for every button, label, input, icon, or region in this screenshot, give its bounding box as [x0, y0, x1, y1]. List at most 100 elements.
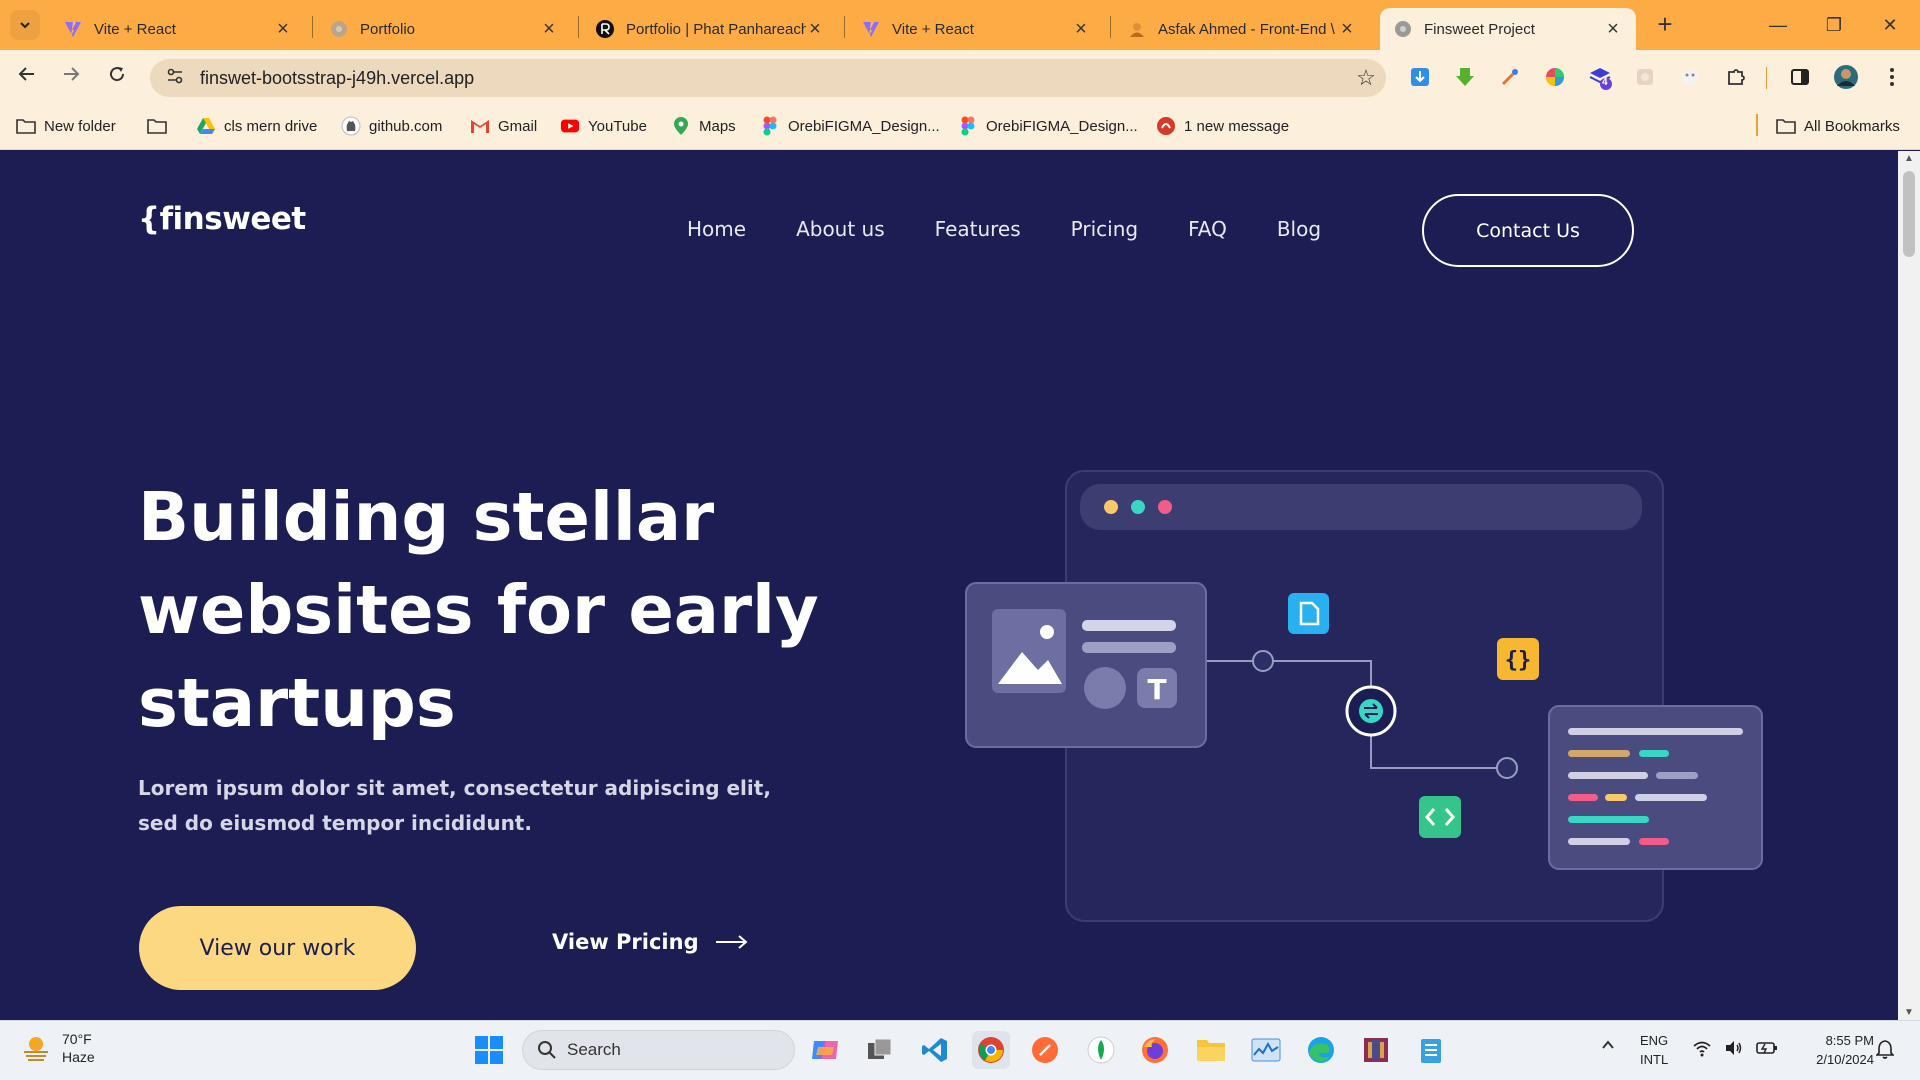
- bookmark-new-folder[interactable]: New folder: [16, 116, 116, 136]
- color-wheel-extension-icon[interactable]: [1541, 63, 1569, 91]
- download-extension-icon[interactable]: [1406, 63, 1434, 91]
- haze-weather-icon: [24, 1037, 48, 1061]
- nav-home[interactable]: Home: [687, 217, 746, 241]
- bookmark-label: All Bookmarks: [1804, 117, 1900, 135]
- bookmark-orebi-figma-2[interactable]: OrebiFIGMA_Design...: [958, 116, 1138, 136]
- tab-portfolio-phat[interactable]: Portfolio | Phat Panhareach ×: [582, 8, 838, 50]
- youtube-icon: [560, 116, 580, 136]
- arrow-left-icon: [18, 67, 34, 81]
- hero-title-line: websites for early: [138, 571, 819, 649]
- new-tab-button[interactable]: +: [1650, 10, 1680, 40]
- close-icon[interactable]: ×: [1338, 18, 1356, 41]
- close-icon[interactable]: ×: [540, 18, 558, 41]
- show-hidden-icons-chevron-up-icon[interactable]: [1600, 1037, 1616, 1058]
- folder-icon: [16, 116, 36, 136]
- nav-faq[interactable]: FAQ: [1188, 217, 1227, 241]
- hero-title-line: startups: [138, 664, 456, 742]
- tab-vite-react-2[interactable]: Vite + React ×: [848, 8, 1104, 50]
- bookmark-cls-mern-drive[interactable]: cls mern drive: [196, 116, 317, 136]
- toolbar-separator: [1766, 67, 1767, 89]
- close-window-button[interactable]: ✕: [1870, 10, 1910, 40]
- google-drive-icon: [196, 116, 216, 136]
- bookmark-orebi-figma-1[interactable]: OrebiFIGMA_Design...: [760, 116, 940, 136]
- tab-search-button[interactable]: [10, 10, 40, 40]
- back-button[interactable]: [12, 62, 42, 92]
- bookmark-github[interactable]: github.com: [341, 116, 442, 136]
- edge-app-icon[interactable]: [1302, 1031, 1340, 1069]
- reload-button[interactable]: [102, 62, 132, 92]
- bookmark-label: OrebiFIGMA_Design...: [788, 117, 940, 135]
- extensions-puzzle-icon[interactable]: [1722, 63, 1750, 91]
- firefox-app-icon[interactable]: [1136, 1031, 1174, 1069]
- bookmark-maps[interactable]: Maps: [671, 116, 736, 136]
- taskbar-search[interactable]: Search: [522, 1030, 795, 1070]
- figma-icon: [958, 116, 978, 136]
- copilot-app-icon[interactable]: [806, 1031, 844, 1069]
- task-manager-app-icon[interactable]: [1247, 1031, 1285, 1069]
- mongodb-app-icon[interactable]: [1082, 1031, 1120, 1069]
- site-settings-icon[interactable]: [166, 67, 188, 90]
- svg-text:T: T: [1147, 673, 1166, 706]
- green-download-extension-icon[interactable]: [1451, 63, 1479, 91]
- tab-finsweet-project[interactable]: Finsweet Project ×: [1380, 8, 1636, 50]
- forward-button[interactable]: [56, 62, 86, 92]
- extension-with-badge-icon[interactable]: 4: [1586, 63, 1614, 91]
- bookmark-separator: [1756, 114, 1758, 136]
- bookmark-star-icon[interactable]: ☆: [1346, 65, 1386, 91]
- notepad-app-icon[interactable]: [1412, 1031, 1450, 1069]
- winrar-app-icon[interactable]: [1357, 1031, 1395, 1069]
- reload-icon: [110, 67, 125, 82]
- task-view-icon[interactable]: [861, 1031, 899, 1069]
- ghost-extension-icon[interactable]: [1676, 63, 1704, 91]
- vscode-app-icon[interactable]: [916, 1031, 954, 1069]
- clock[interactable]: 8:55 PM 2/10/2024: [1790, 1031, 1874, 1069]
- close-icon[interactable]: ×: [274, 18, 292, 41]
- nav-blog[interactable]: Blog: [1277, 217, 1321, 241]
- weather-widget[interactable]: 70°F Haze: [20, 1030, 95, 1066]
- grid-extension-icon[interactable]: [1631, 63, 1659, 91]
- tab-vite-react-1[interactable]: Vite + React ×: [50, 8, 306, 50]
- contact-us-button[interactable]: Contact Us: [1422, 194, 1634, 267]
- file-explorer-app-icon[interactable]: [1192, 1031, 1230, 1069]
- close-icon[interactable]: ×: [1072, 18, 1090, 41]
- arrow-right-icon: [64, 67, 80, 81]
- side-panel-icon[interactable]: [1786, 63, 1814, 91]
- restore-button[interactable]: ❐: [1814, 10, 1854, 40]
- language-primary: ENG: [1640, 1033, 1669, 1048]
- clock-time: 8:55 PM: [1825, 1033, 1874, 1048]
- address-bar[interactable]: finswet-bootsstrap-j49h.vercel.app ☆: [150, 59, 1386, 97]
- site-logo[interactable]: {finsweet: [138, 201, 306, 237]
- hero-subtitle: Lorem ipsum dolor sit amet, consectetur …: [138, 776, 771, 835]
- tab-title: Portfolio | Phat Panhareach: [626, 20, 806, 38]
- page-scrollbar[interactable]: ▲ ▼: [1898, 151, 1920, 1020]
- notification-bell-icon[interactable]: [1875, 1039, 1895, 1064]
- bookmark-folder[interactable]: [147, 116, 175, 136]
- minimize-button[interactable]: —: [1758, 10, 1798, 40]
- nav-features[interactable]: Features: [935, 217, 1021, 241]
- scroll-up-icon[interactable]: ▲: [1898, 153, 1920, 164]
- start-button[interactable]: [470, 1031, 508, 1069]
- github-icon: [341, 116, 361, 136]
- all-bookmarks[interactable]: All Bookmarks: [1776, 116, 1900, 136]
- nav-pricing[interactable]: Pricing: [1071, 217, 1138, 241]
- bookmark-youtube[interactable]: YouTube: [560, 116, 647, 136]
- close-icon[interactable]: ×: [1604, 18, 1622, 41]
- postman-app-icon[interactable]: [1026, 1031, 1064, 1069]
- profile-avatar[interactable]: [1832, 63, 1860, 91]
- chrome-app-icon[interactable]: [972, 1031, 1010, 1069]
- nav-about-us[interactable]: About us: [796, 217, 885, 241]
- scrollbar-thumb[interactable]: [1903, 171, 1915, 257]
- language-indicator[interactable]: ENG INTL: [1640, 1031, 1668, 1069]
- menu-kebab-icon[interactable]: [1878, 63, 1906, 91]
- scroll-down-icon[interactable]: ▼: [1898, 1007, 1920, 1018]
- tab-portfolio[interactable]: Portfolio ×: [316, 8, 572, 50]
- close-icon[interactable]: ×: [806, 18, 824, 41]
- language-secondary: INTL: [1640, 1052, 1669, 1067]
- view-pricing-link[interactable]: View Pricing: [552, 930, 749, 954]
- tab-asfak-ahmed[interactable]: Asfak Ahmed - Front-End \ ×: [1114, 8, 1370, 50]
- color-picker-extension-icon[interactable]: [1496, 63, 1524, 91]
- bookmark-new-message[interactable]: 1 new message: [1156, 116, 1289, 136]
- view-our-work-button[interactable]: View our work: [139, 906, 416, 990]
- bookmark-gmail[interactable]: Gmail: [470, 116, 537, 136]
- system-tray-icons[interactable]: [1692, 1039, 1778, 1057]
